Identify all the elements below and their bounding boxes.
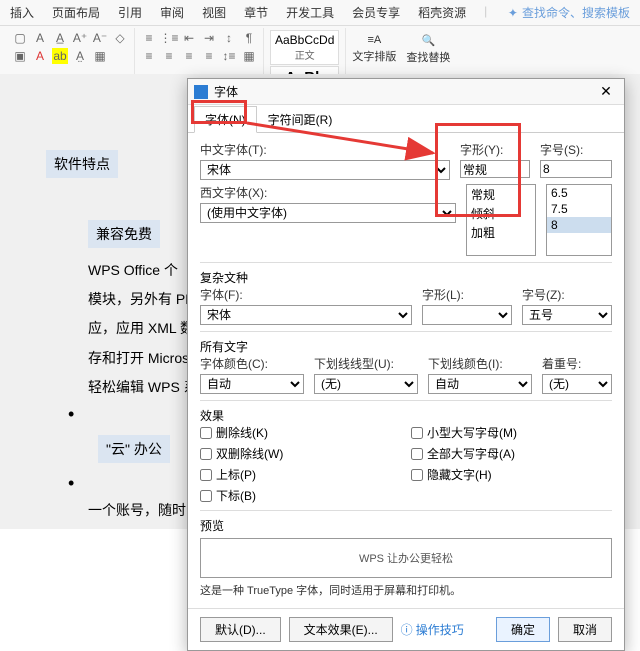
close-button[interactable]: ✕ (594, 83, 618, 100)
menu-bar: 插入 页面布局 引用 审阅 视图 章节 开发工具 会员专享 稻壳资源 | ✦ 查… (0, 0, 640, 26)
dialog-title: 字体 (214, 83, 594, 100)
label-chinese-font: 中文字体(T): (200, 141, 450, 158)
paste-icon[interactable]: ▣ (12, 48, 28, 64)
show-marks-icon[interactable]: ¶ (241, 30, 257, 46)
group-alltext: 所有文字 (200, 331, 612, 355)
find-replace-tool[interactable]: 🔍查找替换 (406, 34, 450, 65)
menu-section[interactable]: 章节 (244, 4, 268, 21)
tab-spacing[interactable]: 字符间距(R) (257, 106, 344, 133)
border-icon[interactable]: ▦ (92, 48, 108, 64)
chk-hidden[interactable]: 隐藏文字(H) (411, 466, 612, 483)
font-color-icon[interactable]: A (32, 48, 48, 64)
tab-font[interactable]: 字体(N) (194, 106, 257, 133)
doc-subheading-2: "云" 办公 (98, 435, 170, 463)
menu-ref[interactable]: 引用 (118, 4, 142, 21)
chk-allcaps[interactable]: 全部大写字母(A) (411, 445, 612, 462)
text-layout-tool[interactable]: ≡A文字排版 (352, 34, 396, 64)
chinese-font-select[interactable]: 宋体 (200, 160, 450, 180)
highlight-icon[interactable]: ab (52, 48, 68, 64)
group-complex: 复杂文种 (200, 262, 612, 286)
bold-icon[interactable]: A (32, 30, 48, 46)
font-color-select[interactable]: 自动 (200, 374, 304, 394)
align-left-icon[interactable]: ≡ (141, 48, 157, 64)
size-input[interactable] (540, 160, 612, 178)
label-size: 字号(S): (540, 141, 612, 158)
bullet-icon[interactable]: ≡ (141, 30, 157, 46)
align-justify-icon[interactable]: ≡ (201, 48, 217, 64)
search-icon: 🔍 (422, 34, 436, 47)
font-dialog: 字体 ✕ 字体(N) 字符间距(R) 中文字体(T): 宋体 字形(Y): 字号… (187, 78, 625, 651)
underline-icon[interactable]: A̲ (52, 30, 68, 46)
size-listbox[interactable]: 6.5 7.5 8 (546, 184, 612, 256)
menu-view[interactable]: 视图 (202, 4, 226, 21)
cancel-button[interactable]: 取消 (558, 617, 612, 642)
copy-icon[interactable]: ▢ (12, 30, 28, 46)
group-preview: 预览 (200, 510, 612, 534)
align-right-icon[interactable]: ≡ (181, 48, 197, 64)
indent-dec-icon[interactable]: ⇤ (181, 30, 197, 46)
chk-dstrike[interactable]: 双删除线(W) (200, 445, 401, 462)
shading-icon[interactable]: ▦ (241, 48, 257, 64)
label-style: 字形(Y): (460, 141, 530, 158)
text-effect-button[interactable]: 文本效果(E)... (289, 617, 393, 642)
style-input[interactable] (460, 160, 530, 178)
sort-icon[interactable]: ↕ (221, 30, 237, 46)
menu-dev[interactable]: 开发工具 (286, 4, 334, 21)
doc-subheading: 兼容免费 (88, 220, 160, 248)
align-center-icon[interactable]: ≡ (161, 48, 177, 64)
tips-link[interactable]: ⓘ操作技巧 (401, 621, 464, 638)
number-icon[interactable]: ⋮≡ (161, 30, 177, 46)
menu-resource[interactable]: 稻壳资源 (418, 4, 466, 21)
menu-review[interactable]: 审阅 (160, 4, 184, 21)
clear-format-icon[interactable]: ◇ (112, 30, 128, 46)
hint-text: 这是一种 TrueType 字体，同时适用于屏幕和打印机。 (200, 578, 612, 602)
font-plus-icon[interactable]: A⁺ (72, 30, 88, 46)
indent-inc-icon[interactable]: ⇥ (201, 30, 217, 46)
info-icon: ⓘ (401, 621, 413, 638)
command-search[interactable]: ✦ 查找命令、搜索模板 (508, 4, 630, 21)
ok-button[interactable]: 确定 (496, 617, 550, 642)
menu-insert[interactable]: 插入 (10, 4, 34, 21)
western-font-select[interactable]: (使用中文字体) (200, 203, 456, 223)
complex-font-select[interactable]: 宋体 (200, 305, 412, 325)
chk-sup[interactable]: 上标(P) (200, 466, 401, 483)
chk-sub[interactable]: 下标(B) (200, 487, 401, 504)
layout-icon: ≡A (367, 34, 381, 46)
ruby-icon[interactable]: A̤ (72, 48, 88, 64)
app-icon (194, 85, 208, 99)
style-listbox[interactable]: 常规 倾斜 加粗 (466, 184, 536, 256)
underline-color-select[interactable]: 自动 (428, 374, 532, 394)
preview-box: WPS 让办公更轻松 (200, 538, 612, 578)
sparkle-icon: ✦ (508, 6, 518, 20)
default-button[interactable]: 默认(D)... (200, 617, 281, 642)
doc-heading: 软件特点 (46, 150, 118, 178)
chk-smallcaps[interactable]: 小型大写字母(M) (411, 424, 612, 441)
menu-member[interactable]: 会员专享 (352, 4, 400, 21)
complex-size-select[interactable]: 五号 (522, 305, 612, 325)
label-western-font: 西文字体(X): (200, 184, 456, 201)
line-spacing-icon[interactable]: ↕≡ (221, 48, 237, 64)
emphasis-select[interactable]: (无) (542, 374, 612, 394)
complex-style-select[interactable] (422, 305, 512, 325)
menu-layout[interactable]: 页面布局 (52, 4, 100, 21)
underline-style-select[interactable]: (无) (314, 374, 418, 394)
group-effects: 效果 (200, 400, 612, 424)
font-minus-icon[interactable]: A⁻ (92, 30, 108, 46)
chk-strike[interactable]: 删除线(K) (200, 424, 401, 441)
